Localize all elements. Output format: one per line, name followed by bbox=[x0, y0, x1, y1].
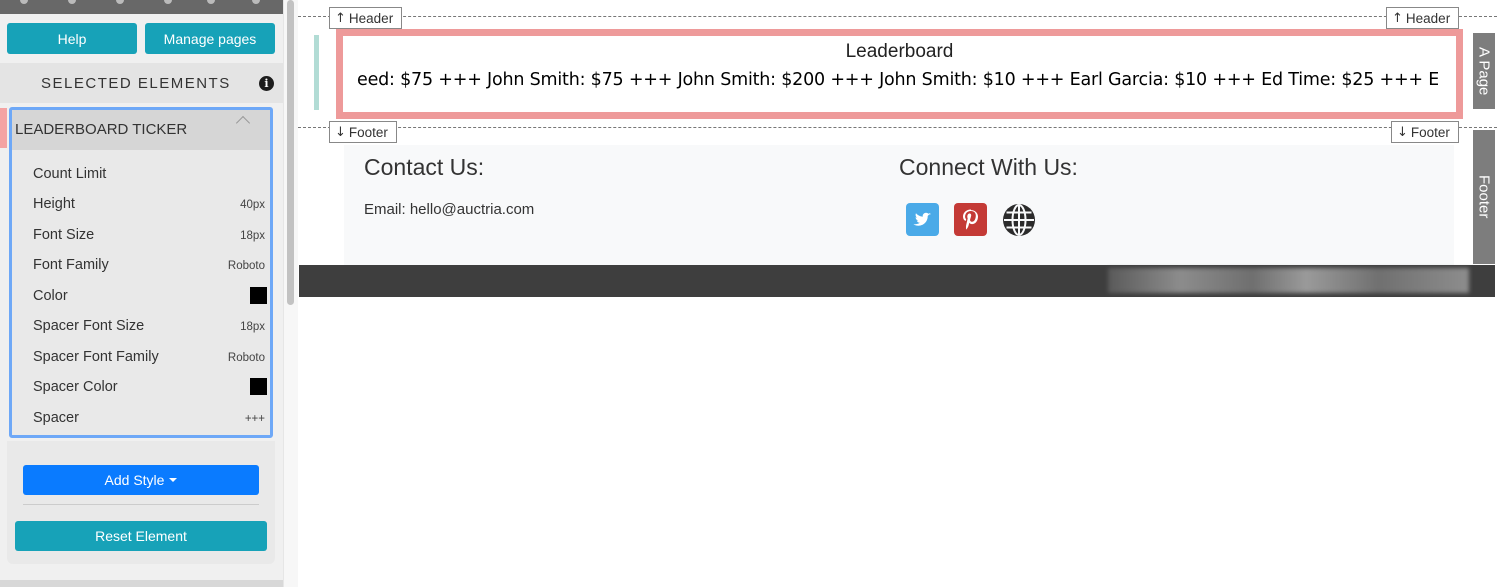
contact-heading: Contact Us: bbox=[364, 154, 485, 180]
property-value: Roboto bbox=[227, 260, 265, 272]
property-font-family[interactable]: Font Family Roboto bbox=[32, 257, 265, 277]
top-toolbar bbox=[0, 0, 283, 14]
redacted-area bbox=[1108, 268, 1469, 293]
property-value: +++ bbox=[244, 413, 265, 425]
footer-tag-right[interactable]: ↓ Footer bbox=[1391, 121, 1459, 143]
footer-bar bbox=[299, 265, 1495, 297]
header-tag-label: Header bbox=[348, 10, 394, 26]
arrow-up-icon: ↑ bbox=[1392, 10, 1403, 26]
tab-footer[interactable]: Footer bbox=[1473, 130, 1495, 264]
property-spacer-color[interactable]: Spacer Color bbox=[32, 378, 267, 399]
ticker-text: eed: $75 +++ John Smith: $75 +++ John Sm… bbox=[357, 70, 1438, 90]
add-style-button[interactable]: Add Style bbox=[23, 465, 259, 495]
manage-pages-button[interactable]: Manage pages bbox=[145, 23, 275, 54]
next-section-bar[interactable] bbox=[0, 580, 283, 587]
toolbar-icon[interactable] bbox=[68, 0, 76, 4]
property-label: Spacer Font Family bbox=[33, 349, 159, 365]
selected-elements-title: SELECTED ELEMENTS bbox=[41, 75, 231, 92]
element-card: LEADERBOARD TICKER Count Limit Height 40… bbox=[9, 107, 273, 438]
property-label: Font Size bbox=[33, 227, 95, 243]
property-font-size[interactable]: Font Size 18px bbox=[32, 227, 265, 247]
toolbar-icon[interactable] bbox=[20, 0, 28, 4]
property-value: 40px bbox=[240, 199, 265, 211]
caret-down-icon bbox=[169, 478, 178, 482]
property-label: Spacer Color bbox=[33, 379, 118, 395]
globe-icon[interactable] bbox=[1001, 202, 1037, 238]
property-value: 18px bbox=[240, 321, 265, 333]
color-swatch[interactable] bbox=[250, 378, 267, 395]
property-color[interactable]: Color bbox=[32, 287, 267, 308]
scrollbar-thumb[interactable] bbox=[287, 0, 294, 305]
panel-scrollbar[interactable] bbox=[283, 0, 298, 587]
property-height[interactable]: Height 40px bbox=[32, 196, 265, 216]
add-style-label: Add Style bbox=[104, 472, 165, 488]
pinterest-icon[interactable] bbox=[954, 203, 987, 236]
selection-accent bbox=[0, 108, 7, 148]
info-icon[interactable]: i bbox=[259, 76, 274, 91]
property-value: 18px bbox=[240, 230, 265, 242]
twitter-icon[interactable] bbox=[906, 203, 939, 236]
toolbar-icon[interactable] bbox=[207, 0, 215, 4]
property-label: Count Limit bbox=[33, 166, 107, 182]
help-button[interactable]: Help bbox=[7, 23, 137, 54]
page-canvas: ↑ Header ↑ Header ↓ Footer ↓ Footer Lead… bbox=[298, 0, 1497, 587]
element-title: LEADERBOARD TICKER bbox=[15, 121, 188, 138]
property-label: Spacer Font Size bbox=[33, 318, 145, 334]
arrow-up-icon: ↑ bbox=[335, 10, 346, 26]
arrow-down-icon: ↓ bbox=[335, 124, 346, 140]
property-label: Spacer bbox=[33, 410, 79, 426]
left-panel: Help Manage pages SELECTED ELEMENTS i LE… bbox=[0, 0, 287, 587]
connect-heading: Connect With Us: bbox=[899, 154, 1078, 180]
ticker-title: Leaderboard bbox=[845, 41, 954, 62]
property-label: Color bbox=[33, 288, 68, 304]
arrow-down-icon: ↓ bbox=[1397, 124, 1408, 140]
property-spacer[interactable]: Spacer +++ bbox=[32, 410, 265, 430]
property-count-limit[interactable]: Count Limit bbox=[32, 166, 260, 186]
property-value: Roboto bbox=[227, 352, 265, 364]
property-spacer-font-family[interactable]: Spacer Font Family Roboto bbox=[32, 349, 265, 369]
header-tag-label: Header bbox=[1405, 10, 1451, 26]
divider bbox=[23, 504, 259, 505]
footer-tag-label: Footer bbox=[348, 124, 388, 140]
chevron-up-icon[interactable] bbox=[235, 115, 251, 131]
footer-tag-label: Footer bbox=[1410, 124, 1450, 140]
element-card-header[interactable]: LEADERBOARD TICKER bbox=[12, 110, 270, 150]
leaderboard-ticker[interactable]: Leaderboard eed: $75 +++ John Smith: $75… bbox=[336, 29, 1463, 119]
footer-boundary bbox=[298, 127, 1497, 128]
reset-element-button[interactable]: Reset Element bbox=[15, 521, 267, 551]
tab-footer-label: Footer bbox=[1475, 175, 1493, 219]
tab-page[interactable]: A Page bbox=[1473, 33, 1495, 109]
tab-page-label: A Page bbox=[1475, 46, 1493, 96]
selected-elements-header: SELECTED ELEMENTS bbox=[0, 63, 283, 103]
section-indicator bbox=[314, 35, 319, 110]
property-label: Height bbox=[33, 196, 75, 212]
property-spacer-font-size[interactable]: Spacer Font Size 18px bbox=[32, 318, 265, 338]
footer-tag-left[interactable]: ↓ Footer bbox=[329, 121, 397, 143]
header-tag-left[interactable]: ↑ Header bbox=[329, 7, 403, 29]
toolbar-icon[interactable] bbox=[116, 0, 124, 4]
contact-email[interactable]: Email: hello@auctria.com bbox=[364, 201, 534, 218]
color-swatch[interactable] bbox=[250, 287, 267, 304]
header-tag-right[interactable]: ↑ Header bbox=[1386, 7, 1460, 29]
site-footer: Contact Us: Email: hello@auctria.com Con… bbox=[344, 145, 1454, 265]
toolbar-icon[interactable] bbox=[164, 0, 172, 4]
toolbar-icon[interactable] bbox=[252, 0, 260, 4]
property-label: Font Family bbox=[33, 257, 109, 273]
header-boundary bbox=[298, 16, 1497, 17]
